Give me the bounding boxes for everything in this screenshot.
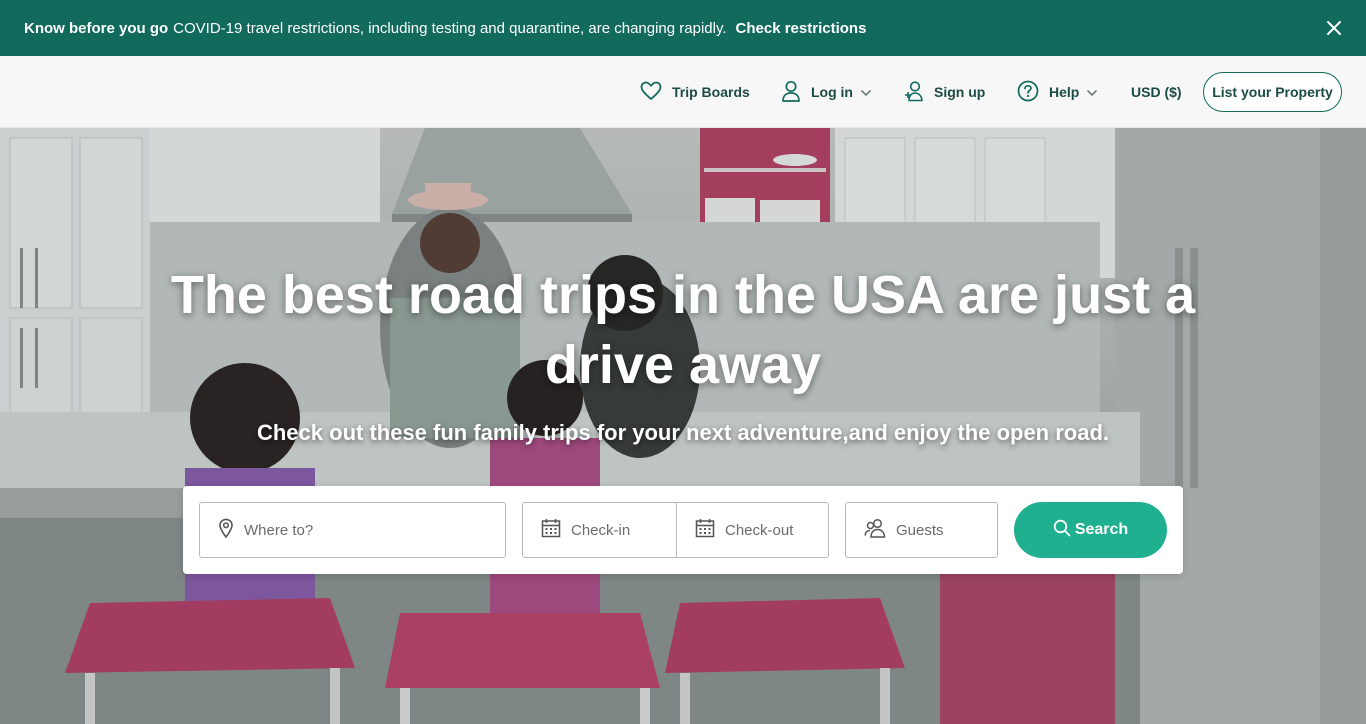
search-button[interactable]: Search bbox=[1014, 502, 1167, 558]
hero-subtitle: Check out these fun family trips for you… bbox=[256, 420, 1110, 445]
trip-boards-label: Trip Boards bbox=[672, 84, 750, 100]
check-in-placeholder: Check-in bbox=[571, 521, 631, 539]
check-restrictions-link[interactable]: Check restrictions bbox=[736, 20, 867, 37]
help-icon bbox=[1017, 80, 1039, 105]
list-your-property-button[interactable]: List your Property bbox=[1203, 72, 1342, 112]
hero-title: The best road trips in the USA are just … bbox=[170, 265, 1196, 395]
banner-message: COVID-19 travel restrictions, including … bbox=[173, 19, 727, 37]
trip-boards-link[interactable]: Trip Boards bbox=[640, 56, 750, 128]
sign-up-link[interactable]: Sign up bbox=[904, 56, 985, 128]
calendar-icon bbox=[541, 518, 561, 542]
log-in-menu[interactable]: Log in bbox=[781, 56, 872, 128]
check-out-placeholder: Check-out bbox=[725, 521, 794, 539]
where-to-placeholder: Where to? bbox=[244, 521, 314, 539]
heart-icon bbox=[640, 81, 662, 104]
user-icon bbox=[781, 80, 801, 105]
site-header: Trip Boards Log in Sign up Help USD ($) … bbox=[0, 56, 1366, 128]
help-menu[interactable]: Help bbox=[1017, 56, 1098, 128]
check-in-input[interactable]: Check-in bbox=[522, 502, 677, 558]
hero-section: The best road trips in the USA are just … bbox=[0, 128, 1366, 724]
calendar-icon bbox=[695, 518, 715, 542]
check-out-input[interactable]: Check-out bbox=[676, 502, 829, 558]
chevron-down-icon bbox=[860, 84, 872, 100]
map-pin-icon bbox=[218, 518, 234, 542]
guests-input[interactable]: Guests bbox=[845, 502, 998, 558]
banner-bold-text: Know before you go bbox=[24, 19, 169, 37]
log-in-label: Log in bbox=[811, 84, 853, 100]
user-plus-icon bbox=[904, 80, 924, 105]
help-label: Help bbox=[1049, 84, 1080, 100]
close-icon[interactable] bbox=[1324, 18, 1344, 38]
currency-label: USD ($) bbox=[1131, 84, 1182, 100]
guests-placeholder: Guests bbox=[896, 521, 944, 539]
search-panel: Where to? Check-in Check-out Guests Sear bbox=[183, 486, 1183, 574]
where-to-input[interactable]: Where to? bbox=[199, 502, 506, 558]
search-icon bbox=[1053, 519, 1071, 542]
chevron-down-icon bbox=[1086, 84, 1098, 100]
covid-banner: Know before you go COVID-19 travel restr… bbox=[0, 0, 1366, 56]
users-icon bbox=[864, 518, 886, 542]
search-button-label: Search bbox=[1074, 521, 1129, 538]
sign-up-label: Sign up bbox=[934, 84, 986, 100]
currency-selector[interactable]: USD ($) bbox=[1131, 56, 1182, 128]
